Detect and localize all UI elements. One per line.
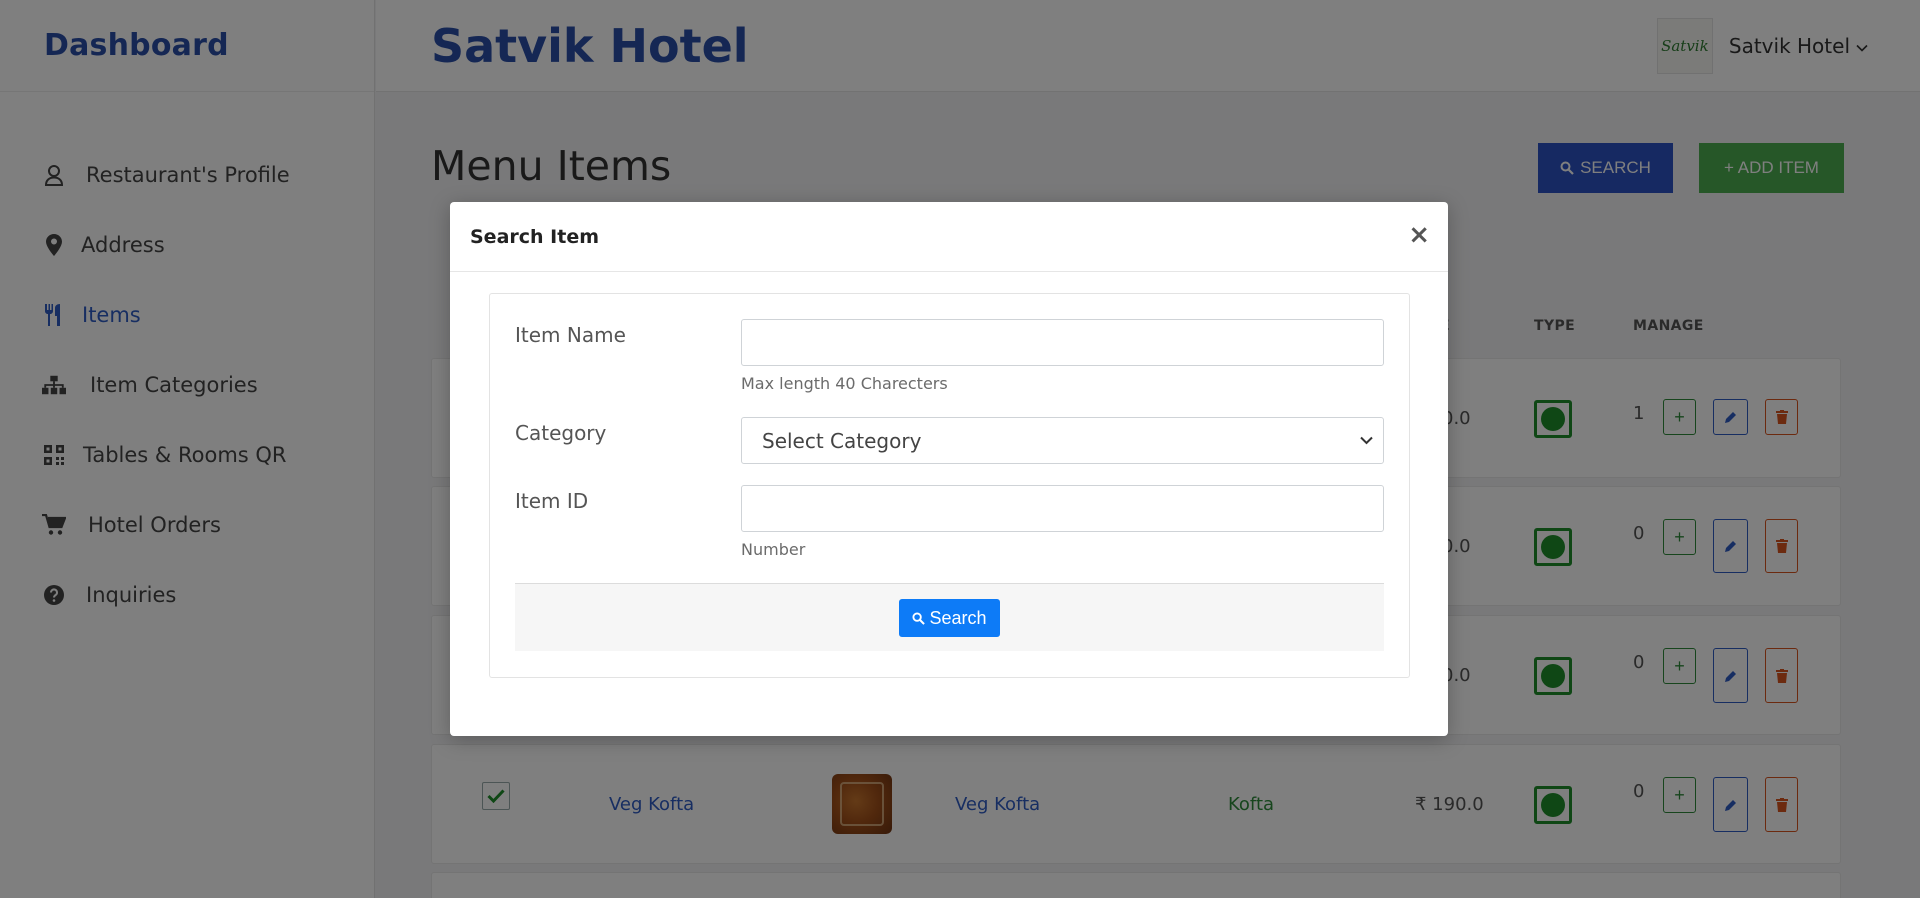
item-name-label: Item Name bbox=[515, 323, 626, 347]
item-name-input[interactable] bbox=[741, 319, 1384, 366]
search-form: Item Name Max length 40 Charecters Categ… bbox=[489, 293, 1410, 678]
form-footer: Search bbox=[515, 583, 1384, 651]
category-label: Category bbox=[515, 421, 607, 445]
item-id-help: Number bbox=[741, 540, 806, 559]
category-select[interactable]: Select Category bbox=[741, 417, 1384, 464]
item-name-help: Max length 40 Charecters bbox=[741, 374, 948, 393]
modal-header: Search Item × bbox=[450, 202, 1448, 272]
close-icon[interactable]: × bbox=[1408, 222, 1430, 248]
modal-search-button[interactable]: Search bbox=[899, 599, 1000, 637]
chevron-down-icon bbox=[1360, 436, 1373, 445]
modal-title: Search Item bbox=[470, 225, 600, 248]
category-selected-value: Select Category bbox=[762, 428, 922, 453]
item-id-input[interactable] bbox=[741, 485, 1384, 532]
search-item-modal: Search Item × Item Name Max length 40 Ch… bbox=[450, 202, 1448, 736]
search-icon bbox=[912, 611, 926, 625]
modal-search-label: Search bbox=[929, 607, 987, 628]
item-id-label: Item ID bbox=[515, 489, 589, 513]
